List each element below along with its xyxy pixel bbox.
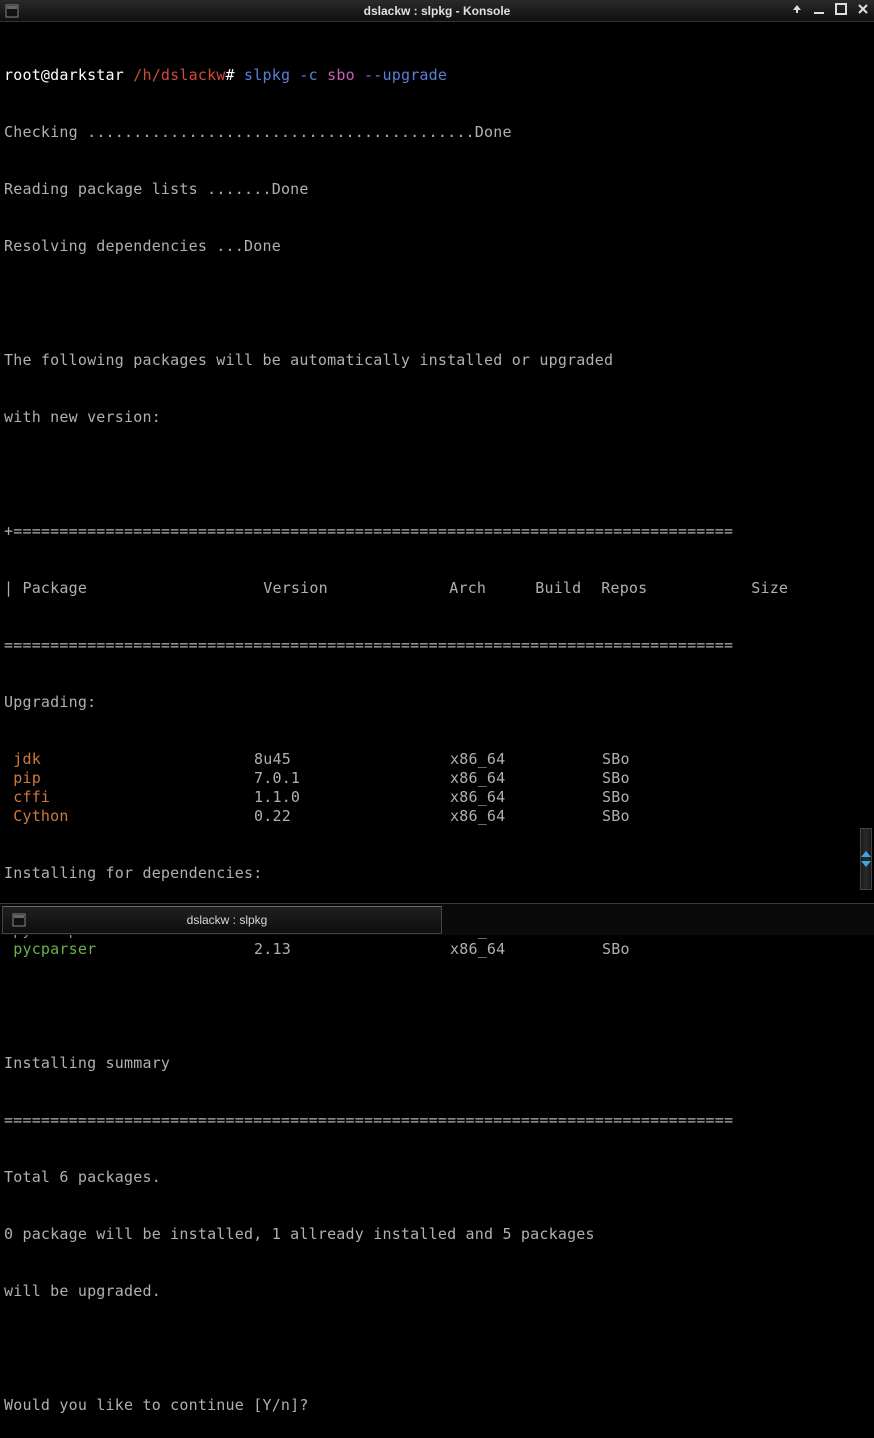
blank-line: [4, 997, 870, 1016]
package-version: 1.1.0: [254, 788, 450, 807]
blank-line: [4, 465, 870, 484]
intro-line-1: The following packages will be automatic…: [4, 351, 870, 370]
terminal-tab[interactable]: dslackw : slpkg: [2, 906, 442, 934]
summary-detail-1: 0 package will be installed, 1 allready …: [4, 1225, 870, 1244]
prompt-symbol: #: [226, 66, 235, 84]
table-border-top: +=======================================…: [4, 522, 870, 541]
package-name: cffi: [4, 788, 254, 807]
close-button[interactable]: [856, 2, 870, 16]
checking-line: Checking ...............................…: [4, 123, 870, 142]
package-row: Cython0.22x86_64SBo: [4, 807, 870, 826]
package-arch: x86_64: [450, 769, 602, 788]
maximize-button[interactable]: [834, 2, 848, 16]
package-version: 0.22: [254, 807, 450, 826]
package-version: 7.0.1: [254, 769, 450, 788]
minimize-button[interactable]: [812, 2, 826, 16]
package-repo: SBo: [602, 769, 630, 787]
package-row: pip7.0.1x86_64SBo: [4, 769, 870, 788]
package-arch: x86_64: [450, 788, 602, 807]
package-row: jdk8u45x86_64SBo: [4, 750, 870, 769]
summary-heading: Installing summary: [4, 1054, 870, 1073]
package-arch: x86_64: [450, 807, 602, 826]
blank-line: [4, 1339, 870, 1358]
scroll-up-icon[interactable]: [861, 851, 871, 857]
cmd-repo: sbo: [327, 66, 355, 84]
continue-prompt[interactable]: Would you like to continue [Y/n]?: [4, 1396, 870, 1415]
terminal-tab-label: dslackw : slpkg: [33, 913, 441, 927]
package-name: jdk: [4, 750, 254, 769]
summary-rule: ========================================…: [4, 1111, 870, 1130]
upgrading-label: Upgrading:: [4, 693, 870, 712]
summary-detail-2: will be upgraded.: [4, 1282, 870, 1301]
tab-bar: dslackw : slpkg: [0, 903, 874, 935]
terminal-tab-icon: [11, 912, 27, 928]
terminal-output[interactable]: root@darkstar /h/dslackw# slpkg -c sbo -…: [0, 22, 874, 1438]
cmd-opt: --upgrade: [364, 66, 447, 84]
installing-deps-label: Installing for dependencies:: [4, 864, 870, 883]
package-repo: SBo: [602, 807, 630, 825]
package-row: cffi1.1.0x86_64SBo: [4, 788, 870, 807]
package-row: pycparser2.13x86_64SBo: [4, 940, 870, 959]
package-repo: SBo: [602, 940, 630, 958]
package-arch: x86_64: [450, 940, 602, 959]
package-version: 8u45: [254, 750, 450, 769]
package-arch: x86_64: [450, 750, 602, 769]
resolving-line: Resolving dependencies ...Done: [4, 237, 870, 256]
window-titlebar: dslackw : slpkg - Konsole: [0, 0, 874, 22]
package-name: pycparser: [4, 940, 254, 959]
window-title: dslackw : slpkg - Konsole: [0, 4, 874, 18]
cmd-flag: -c: [299, 66, 317, 84]
prompt-line: root@darkstar /h/dslackw# slpkg -c sbo -…: [4, 66, 870, 85]
prompt-user-host: root@darkstar: [4, 66, 124, 84]
package-version: 2.13: [254, 940, 450, 959]
prompt-cwd: /h/dslackw: [133, 66, 225, 84]
table-header: | PackageVersionArchBuildReposSize: [4, 579, 870, 598]
vertical-scrollbar[interactable]: [860, 828, 872, 890]
package-name: pip: [4, 769, 254, 788]
reading-line: Reading package lists .......Done: [4, 180, 870, 199]
table-border-mid: ========================================…: [4, 636, 870, 655]
blank-line: [4, 294, 870, 313]
intro-line-2: with new version:: [4, 408, 870, 427]
keep-above-icon[interactable]: [790, 2, 804, 16]
package-repo: SBo: [602, 788, 630, 806]
package-name: Cython: [4, 807, 254, 826]
cmd-prog: slpkg: [244, 66, 290, 84]
package-repo: SBo: [602, 750, 630, 768]
scroll-down-icon[interactable]: [861, 861, 871, 867]
summary-total: Total 6 packages.: [4, 1168, 870, 1187]
app-icon: [4, 3, 20, 19]
